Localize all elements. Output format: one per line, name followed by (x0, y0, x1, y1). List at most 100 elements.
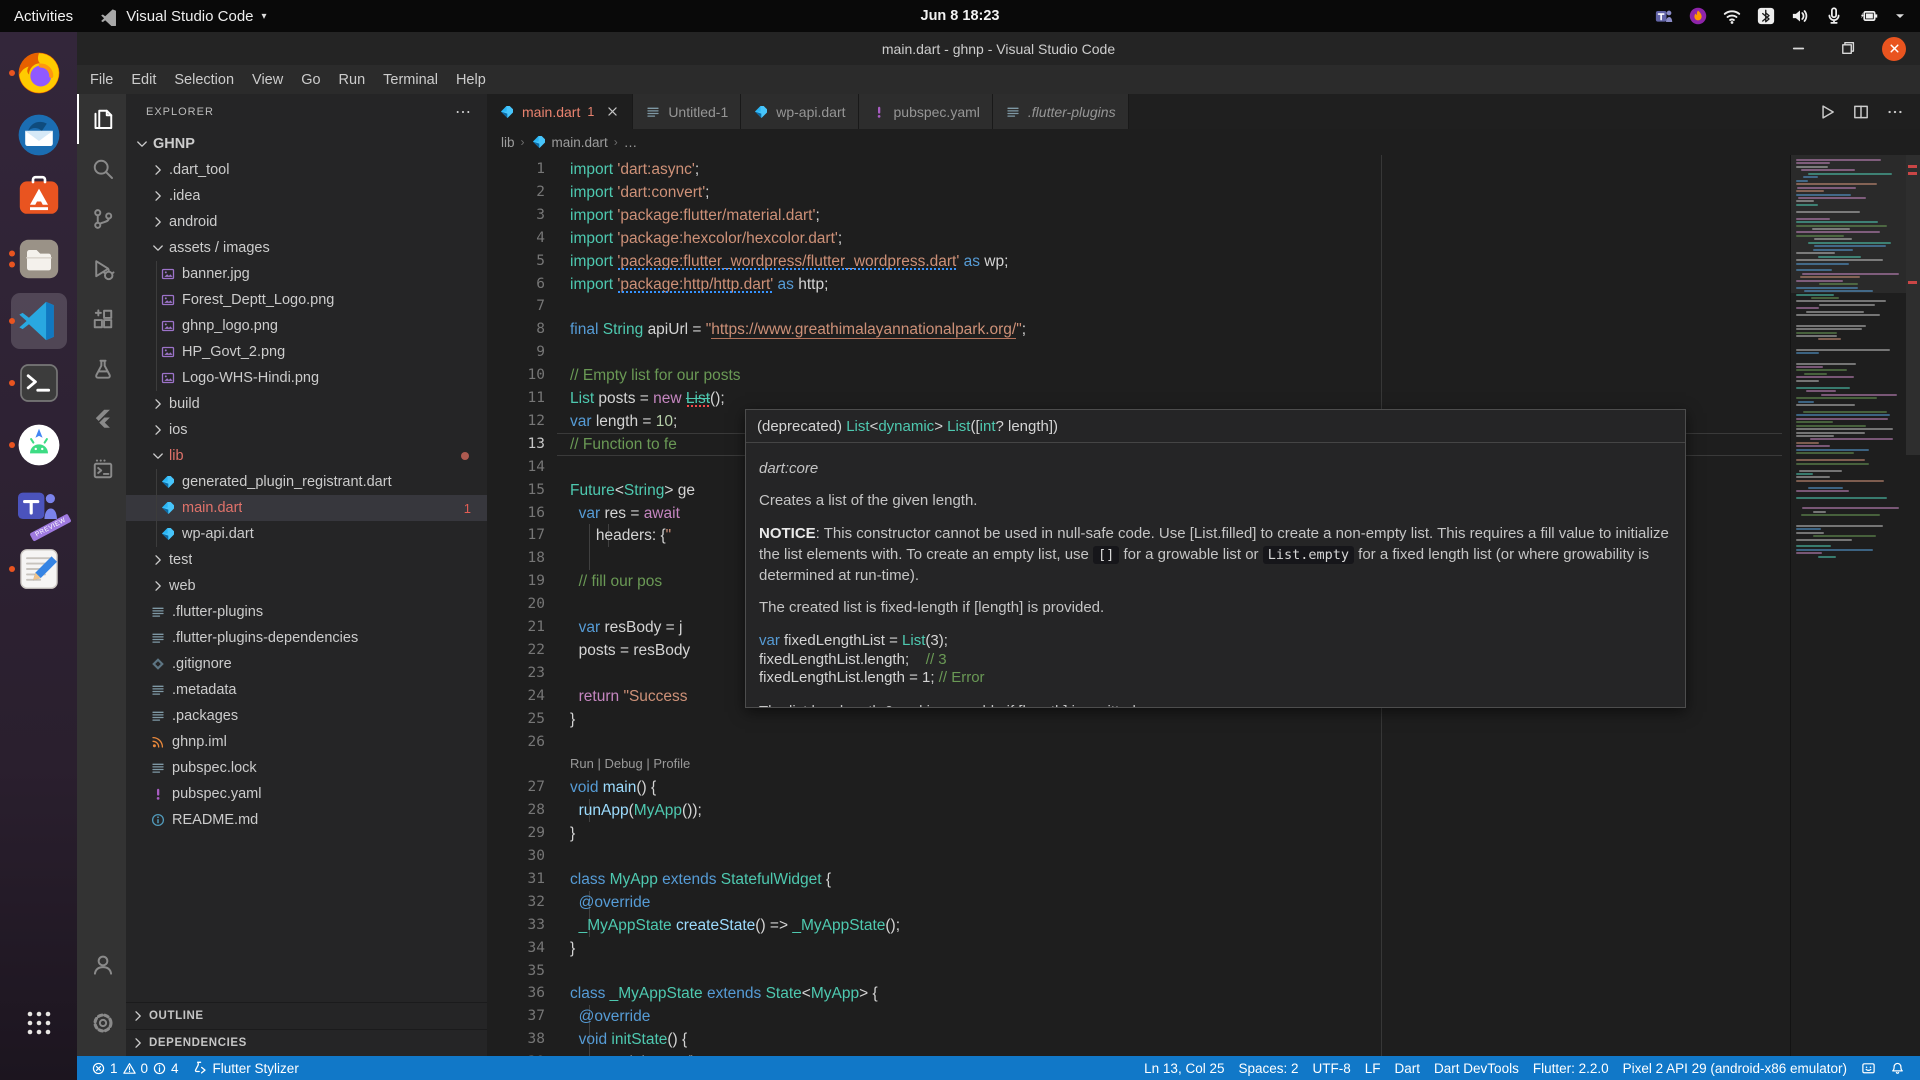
tree-file-logo-whs-hindi-png[interactable]: Logo-WHS-Hindi.png (126, 365, 487, 391)
menu-terminal[interactable]: Terminal (374, 69, 447, 91)
flutter-stylizer-status[interactable]: Flutter Stylizer (185, 1056, 306, 1080)
tree-folder-ios[interactable]: ios (126, 417, 487, 443)
minimize-button[interactable] (1786, 37, 1810, 61)
tree-folder-web[interactable]: web (126, 573, 487, 599)
activity-accounts[interactable] (77, 940, 126, 990)
dock-item-files[interactable] (7, 228, 71, 290)
tree-file--packages[interactable]: .packages (126, 703, 487, 729)
status-cursor-position[interactable]: Ln 13, Col 25 (1137, 1056, 1231, 1080)
tree-file-ghnp-iml[interactable]: ghnp.iml (126, 729, 487, 755)
dock-item-teams[interactable]: PREVIEW (7, 476, 71, 538)
tree-folder--idea[interactable]: .idea (126, 183, 487, 209)
chevron-down-icon[interactable] (1892, 8, 1908, 24)
tree-file-main-dart[interactable]: main.dart1 (126, 495, 487, 521)
tab-main-dart[interactable]: main.dart1 (487, 94, 633, 129)
dock-item-terminal[interactable] (7, 352, 71, 414)
run-button[interactable] (1818, 103, 1836, 121)
tree-file--gitignore[interactable]: .gitignore (126, 651, 487, 677)
status-dart-devtools[interactable]: Dart DevTools (1427, 1056, 1526, 1080)
activity-settings[interactable] (77, 998, 126, 1048)
status-encoding[interactable]: UTF-8 (1306, 1056, 1358, 1080)
dock-item-vscode[interactable] (7, 290, 71, 352)
tree-folder-ghnp[interactable]: GHNP (126, 131, 487, 157)
restore-button[interactable] (1834, 37, 1858, 61)
activity-run-and-debug[interactable] (77, 244, 126, 294)
teams-tray-icon[interactable] (1654, 6, 1674, 26)
problems-summary[interactable]: 104 (85, 1056, 185, 1080)
menu-selection[interactable]: Selection (165, 69, 243, 91)
tree-folder-build[interactable]: build (126, 391, 487, 417)
explorer-more-button[interactable]: ⋯ (455, 102, 473, 122)
breadcrumb[interactable]: lib›main.dart›… (487, 129, 1920, 155)
dock-item-software[interactable] (7, 166, 71, 228)
menu-edit[interactable]: Edit (122, 69, 165, 91)
activity-testing[interactable] (77, 344, 126, 394)
tree-file-pubspec-lock[interactable]: pubspec.lock (126, 755, 487, 781)
activity-explorer[interactable] (77, 94, 126, 144)
tree-folder--dart-tool[interactable]: .dart_tool (126, 157, 487, 183)
activity-extensions[interactable] (77, 294, 126, 344)
section-outline[interactable]: OUTLINE (126, 1002, 487, 1029)
activity-dart-devtools[interactable] (77, 444, 126, 494)
more-actions-button[interactable] (1886, 103, 1904, 121)
wifi-icon[interactable] (1722, 6, 1742, 26)
volume-icon[interactable] (1790, 6, 1810, 26)
menu-help[interactable]: Help (447, 69, 495, 91)
clock[interactable]: Jun 8 18:23 (921, 8, 1000, 24)
bluetooth-icon[interactable] (1756, 6, 1776, 26)
menu-file[interactable]: File (81, 69, 122, 91)
microphone-icon[interactable] (1824, 6, 1844, 26)
status-device-selector[interactable]: Pixel 2 API 29 (android-x86 emulator) (1616, 1056, 1854, 1080)
feedback-icon[interactable] (1854, 1056, 1883, 1080)
section-dependencies[interactable]: DEPENDENCIES (126, 1029, 487, 1056)
activities-button[interactable]: Activities (14, 8, 73, 25)
breadcrumb-main-dart[interactable]: main.dart (531, 134, 608, 150)
dock-item-gedit[interactable] (7, 538, 71, 600)
status-eol[interactable]: LF (1358, 1056, 1388, 1080)
tree-file-wp-api-dart[interactable]: wp-api.dart (126, 521, 487, 547)
tree-file-generated-plugin-registrant-dart[interactable]: generated_plugin_registrant.dart (126, 469, 487, 495)
bell-icon[interactable] (1883, 1056, 1912, 1080)
tab-untitled-1[interactable]: Untitled-1 (633, 94, 741, 129)
tree-file-readme-md[interactable]: README.md (126, 807, 487, 833)
battery-icon[interactable] (1858, 6, 1878, 26)
tree-file--flutter-plugins-dependencies[interactable]: .flutter-plugins-dependencies (126, 625, 487, 651)
tree-file-ghnp-logo-png[interactable]: ghnp_logo.png (126, 313, 487, 339)
menu-go[interactable]: Go (292, 69, 329, 91)
tree-folder-test[interactable]: test (126, 547, 487, 573)
tree-file-pubspec-yaml[interactable]: pubspec.yaml (126, 781, 487, 807)
tab--flutter-plugins[interactable]: .flutter-plugins (993, 94, 1129, 129)
flame-tray-icon[interactable] (1688, 6, 1708, 26)
menu-view[interactable]: View (243, 69, 292, 91)
dock-item-android[interactable] (7, 414, 71, 476)
tab-pubspec-yaml[interactable]: pubspec.yaml (859, 94, 993, 129)
split-editor-button[interactable] (1852, 103, 1870, 121)
tree-folder-assets-images[interactable]: assets / images (126, 235, 487, 261)
activity-source-control[interactable] (77, 194, 126, 244)
activity-search[interactable] (77, 144, 126, 194)
tree-file-banner-jpg[interactable]: banner.jpg (126, 261, 487, 287)
dock-item-firefox[interactable] (7, 42, 71, 104)
status-language-mode[interactable]: Dart (1388, 1056, 1428, 1080)
activity-flutter[interactable] (77, 394, 126, 444)
app-menu-button[interactable]: Visual Studio Code ▾ (99, 7, 266, 26)
scrollbar-thumb[interactable] (1906, 155, 1920, 455)
tab-wp-api-dart[interactable]: wp-api.dart (741, 94, 858, 129)
minimap[interactable] (1790, 155, 1906, 1056)
dock-item-appgrid[interactable] (7, 992, 71, 1054)
breadcrumb-lib[interactable]: lib (501, 135, 515, 150)
tree-file-forest-deptt-logo-png[interactable]: Forest_Deptt_Logo.png (126, 287, 487, 313)
tree-folder-android[interactable]: android (126, 209, 487, 235)
dock-item-thunderbird[interactable] (7, 104, 71, 166)
tree-file--metadata[interactable]: .metadata (126, 677, 487, 703)
close-button[interactable] (1882, 37, 1906, 61)
codelens-run-debug-profile[interactable]: Run | Debug | Profile (570, 753, 690, 775)
close-icon[interactable] (605, 104, 620, 119)
status-flutter-version[interactable]: Flutter: 2.2.0 (1526, 1056, 1616, 1080)
system-tray[interactable] (1654, 6, 1920, 26)
code-editor[interactable]: (deprecated) List<dynamic> List([int? le… (487, 155, 1920, 1056)
breadcrumb--[interactable]: … (624, 135, 638, 150)
tree-folder-lib[interactable]: lib (126, 443, 487, 469)
tree-file-hp-govt-2-png[interactable]: HP_Govt_2.png (126, 339, 487, 365)
menu-run[interactable]: Run (330, 69, 375, 91)
